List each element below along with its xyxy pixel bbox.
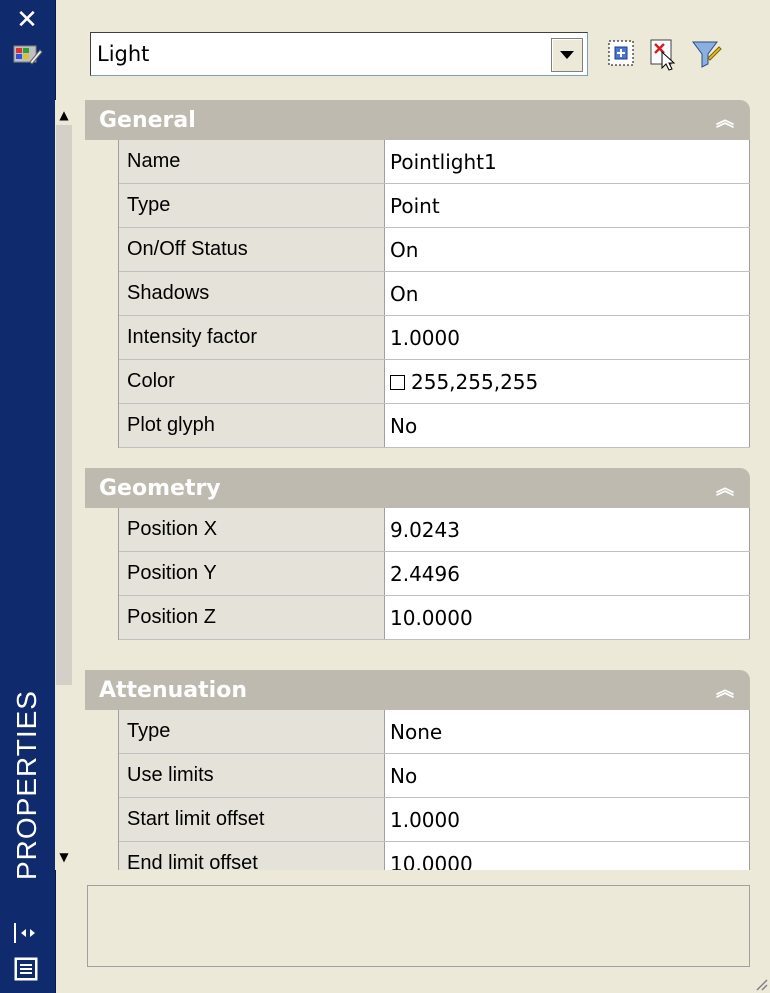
property-label: Intensity factor xyxy=(119,316,385,359)
close-icon[interactable]: ✕ xyxy=(7,6,47,34)
section-header-geometry[interactable]: Geometry ︽ xyxy=(85,468,750,508)
property-row-color[interactable]: Color 255,255,255 xyxy=(119,360,750,404)
property-row-start-limit-offset[interactable]: Start limit offset 1.0000 xyxy=(119,798,750,842)
property-label: Color xyxy=(119,360,385,403)
collapse-chevron-icon[interactable]: ︽ xyxy=(716,100,734,142)
property-label: Use limits xyxy=(119,754,385,797)
property-row-position-y[interactable]: Position Y 2.4496 xyxy=(119,552,750,596)
property-row-position-z[interactable]: Position Z 10.0000 xyxy=(119,596,750,640)
property-row-type[interactable]: Type Point xyxy=(119,184,750,228)
auto-hide-icon[interactable] xyxy=(11,920,41,946)
scroll-up-icon[interactable]: ▲ xyxy=(57,108,71,122)
property-value[interactable]: On xyxy=(385,272,750,315)
toggle-pickadd-icon[interactable] xyxy=(605,34,639,72)
palette-title-bar[interactable]: ✕ PROPERTIES xyxy=(0,0,56,993)
property-row-intensity-factor[interactable]: Intensity factor 1.0000 xyxy=(119,316,750,360)
property-label: Start limit offset xyxy=(119,798,385,841)
properties-palette-icon xyxy=(13,45,43,65)
property-row-attenuation-type[interactable]: Type None xyxy=(119,710,750,754)
property-row-position-x[interactable]: Position X 9.0243 xyxy=(119,508,750,552)
palette-vertical-title: PROPERTIES xyxy=(11,690,42,880)
property-value[interactable]: Point xyxy=(385,184,750,227)
property-label: End limit offset xyxy=(119,842,385,870)
section-header-attenuation[interactable]: Attenuation ︽ xyxy=(85,670,750,710)
collapse-chevron-icon[interactable]: ︽ xyxy=(716,670,734,712)
property-row-end-limit-offset[interactable]: End limit offset 10.0000 xyxy=(119,842,750,870)
color-swatch-icon xyxy=(390,375,405,390)
property-label: Name xyxy=(119,140,385,183)
property-row-use-limits[interactable]: Use limits No xyxy=(119,754,750,798)
section-header-general[interactable]: General ︽ xyxy=(85,100,750,140)
section-attenuation: Attenuation ︽ Type None Use limits No Star… xyxy=(85,670,750,870)
property-row-plot-glyph[interactable]: Plot glyph No xyxy=(119,404,750,448)
property-label: Plot glyph xyxy=(119,404,385,447)
object-type-value: Light xyxy=(97,42,150,66)
section-general: General ︽ Name Pointlight1 Type Point On/O… xyxy=(85,100,750,448)
property-value[interactable]: On xyxy=(385,228,750,271)
property-value-color[interactable]: 255,255,255 xyxy=(385,360,750,403)
property-label: Position Y xyxy=(119,552,385,595)
properties-menu-icon[interactable] xyxy=(11,954,41,984)
property-label: On/Off Status xyxy=(119,228,385,271)
property-label: Shadows xyxy=(119,272,385,315)
property-value[interactable]: 1.0000 xyxy=(385,798,750,841)
section-title: Attenuation xyxy=(99,678,247,703)
property-row-onoff-status[interactable]: On/Off Status On xyxy=(119,228,750,272)
description-panel xyxy=(87,885,750,967)
collapse-chevron-icon[interactable]: ︽ xyxy=(716,468,734,510)
property-value[interactable]: Pointlight1 xyxy=(385,140,750,183)
section-title: Geometry xyxy=(99,476,221,501)
property-value[interactable]: 9.0243 xyxy=(385,508,750,551)
property-value[interactable]: None xyxy=(385,710,750,753)
quick-select-icon[interactable] xyxy=(688,34,722,72)
property-value[interactable]: No xyxy=(385,754,750,797)
property-label: Position X xyxy=(119,508,385,551)
resize-grip-icon[interactable] xyxy=(754,977,768,991)
property-value: 255,255,255 xyxy=(411,370,539,394)
property-value[interactable]: 10.0000 xyxy=(385,596,750,639)
property-value[interactable]: 2.4496 xyxy=(385,552,750,595)
scrollbar-thumb[interactable] xyxy=(56,125,72,685)
scroll-down-icon[interactable]: ▼ xyxy=(57,850,71,864)
dropdown-arrow-icon[interactable] xyxy=(551,38,583,72)
properties-grid: General ︽ Name Pointlight1 Type Point On/O… xyxy=(85,100,750,870)
property-label: Type xyxy=(119,710,385,753)
object-type-dropdown[interactable]: Light xyxy=(90,32,588,76)
property-label: Type xyxy=(119,184,385,227)
property-row-shadows[interactable]: Shadows On xyxy=(119,272,750,316)
property-value[interactable]: 1.0000 xyxy=(385,316,750,359)
section-geometry: Geometry ︽ Position X 9.0243 Position Y 2.… xyxy=(85,468,750,640)
property-value[interactable]: No xyxy=(385,404,750,447)
property-label: Position Z xyxy=(119,596,385,639)
property-value[interactable]: 10.0000 xyxy=(385,842,750,870)
section-title: General xyxy=(99,108,196,133)
select-objects-icon[interactable] xyxy=(646,34,680,72)
property-row-name[interactable]: Name Pointlight1 xyxy=(119,140,750,184)
